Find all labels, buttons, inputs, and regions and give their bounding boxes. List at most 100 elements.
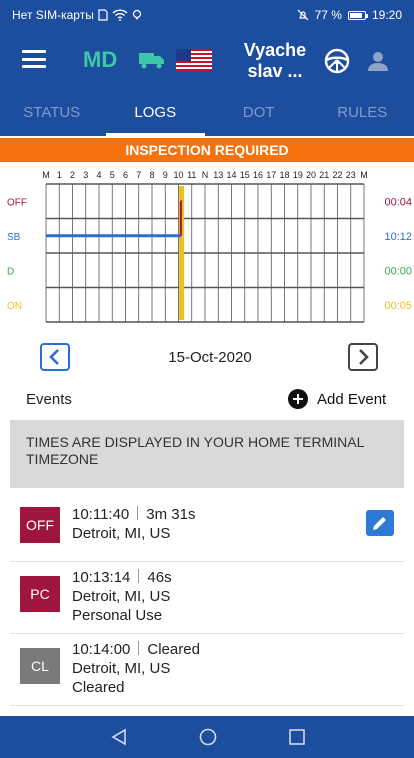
hour-label: M <box>360 170 368 180</box>
hour-label: 4 <box>96 170 101 180</box>
hour-label: 18 <box>279 170 289 180</box>
event-time: 10:14:00 <box>72 641 131 658</box>
hour-label: M <box>42 170 50 180</box>
clock: 19:20 <box>371 8 402 22</box>
truck-icon <box>139 53 164 69</box>
event-status-badge: OFF <box>20 507 60 543</box>
events-title: Events <box>26 391 72 408</box>
event-note: Personal Use <box>72 607 163 624</box>
next-day-button[interactable] <box>348 343 378 371</box>
event-duration: 3m 31s <box>146 506 196 523</box>
event-row[interactable]: OFF 10:11:40 3m 31s Detroit, MI, US <box>10 492 404 562</box>
hour-label: 6 <box>123 170 128 180</box>
event-status-badge: PC <box>20 576 60 612</box>
plus-circle-icon <box>288 389 308 409</box>
inspection-banner[interactable]: INSPECTION REQUIRED <box>0 138 414 162</box>
hour-label: 5 <box>110 170 115 180</box>
hour-label: 21 <box>319 170 329 180</box>
hour-label: 9 <box>163 170 168 180</box>
tab-logs[interactable]: LOGS <box>104 92 208 136</box>
us-flag-icon[interactable] <box>176 49 212 71</box>
back-icon[interactable] <box>110 728 128 746</box>
mute-icon <box>297 9 309 21</box>
event-time: 10:13:14 <box>72 569 131 586</box>
event-list: OFF 10:11:40 3m 31s Detroit, MI, US PC 10… <box>10 492 404 706</box>
row-total-d: 00:00 <box>384 265 412 277</box>
event-row[interactable]: PC 10:13:14 46s Detroit, MI, US Personal … <box>10 562 404 634</box>
row-label-sb: SB <box>7 232 21 243</box>
hour-label: 3 <box>83 170 88 180</box>
row-label-d: D <box>7 266 14 277</box>
event-details: 10:11:40 3m 31s Detroit, MI, US <box>72 505 195 543</box>
hour-label: 10 <box>173 170 183 180</box>
event-duration: Cleared <box>147 641 200 658</box>
event-location: Detroit, MI, US <box>72 525 171 542</box>
driver-name-line2: slav ... <box>247 61 303 81</box>
status-left: Нет SIM-карты <box>12 8 142 22</box>
event-duration: 46s <box>147 569 172 586</box>
row-label-on: ON <box>7 301 22 312</box>
carrier-label: Нет SIM-карты <box>12 8 94 22</box>
driver-name[interactable]: Vyache slav ... <box>232 40 318 82</box>
wifi-icon <box>112 9 128 21</box>
hour-label: 15 <box>240 170 250 180</box>
date-navigation: 15-Oct-2020 <box>0 340 414 376</box>
event-details: 10:14:00 Cleared Detroit, MI, US Cleared <box>72 640 200 697</box>
timezone-notice: TIMES ARE DISPLAYED IN YOUR HOME TERMINA… <box>10 420 404 488</box>
chevron-right-icon <box>359 349 369 365</box>
system-navigation-bar <box>0 716 414 758</box>
event-time: 10:11:40 <box>72 506 130 523</box>
pencil-icon <box>373 515 388 530</box>
hour-label: 22 <box>332 170 342 180</box>
hour-label: 8 <box>149 170 154 180</box>
hour-label: 13 <box>213 170 223 180</box>
menu-icon[interactable] <box>22 50 46 68</box>
hour-label: 23 <box>346 170 356 180</box>
hour-label: 20 <box>306 170 316 180</box>
event-note: Cleared <box>72 679 125 696</box>
driver-name-line1: Vyache <box>243 40 307 60</box>
tab-rules[interactable]: RULES <box>311 92 414 136</box>
tab-bar: STATUS LOGS DOT RULES <box>0 92 414 136</box>
event-details: 10:13:14 46s Detroit, MI, US Personal Use <box>72 568 172 625</box>
chevron-left-icon <box>49 349 59 365</box>
steering-wheel-icon[interactable] <box>324 48 350 74</box>
hour-label: 2 <box>70 170 75 180</box>
add-event-label: Add Event <box>317 390 387 408</box>
row-total-off: 00:04 <box>384 196 412 208</box>
hour-label: 1 <box>57 170 62 180</box>
hour-label: N <box>202 170 209 180</box>
status-right: 77 % 19:20 <box>297 8 402 22</box>
event-location: Detroit, MI, US <box>72 588 171 605</box>
tab-status[interactable]: STATUS <box>0 92 104 136</box>
row-label-off: OFF <box>7 197 27 208</box>
tab-dot[interactable]: DOT <box>207 92 311 136</box>
user-icon[interactable] <box>366 49 390 73</box>
previous-day-button[interactable] <box>40 343 70 371</box>
hour-label: 14 <box>226 170 236 180</box>
edit-event-button[interactable] <box>366 510 394 536</box>
sim-icon <box>98 9 108 21</box>
hour-label: 19 <box>293 170 303 180</box>
hour-label: 11 <box>187 170 196 180</box>
system-status-bar: Нет SIM-карты 77 % 19:20 <box>0 0 414 30</box>
events-header: Events Add Event <box>0 386 414 412</box>
location-icon <box>132 9 141 20</box>
hour-label: 7 <box>136 170 141 180</box>
app-bar: MD Vyache slav ... <box>0 30 414 92</box>
hour-label: 16 <box>253 170 263 180</box>
current-date[interactable]: 15-Oct-2020 <box>130 349 290 366</box>
hos-log-chart[interactable]: M 1 2 3 4 5 6 7 8 9 10 11 N 13 14 15 16 17 18 19 20 21 22 23 MOF… <box>0 166 414 330</box>
jurisdiction-label: MD <box>83 47 118 72</box>
recents-icon[interactable] <box>288 728 306 746</box>
hour-label: 17 <box>266 170 276 180</box>
event-status-badge: CL <box>20 648 60 684</box>
home-icon[interactable] <box>199 728 217 746</box>
event-row[interactable]: CL 10:14:00 Cleared Detroit, MI, US Clear… <box>10 634 404 706</box>
row-total-on: 00:05 <box>384 300 412 312</box>
battery-icon <box>347 10 368 20</box>
battery-percent: 77 % <box>314 8 342 22</box>
row-total-sb: 10:12 <box>384 231 412 243</box>
add-event-button[interactable]: Add Event <box>288 388 386 410</box>
event-location: Detroit, MI, US <box>72 660 171 677</box>
